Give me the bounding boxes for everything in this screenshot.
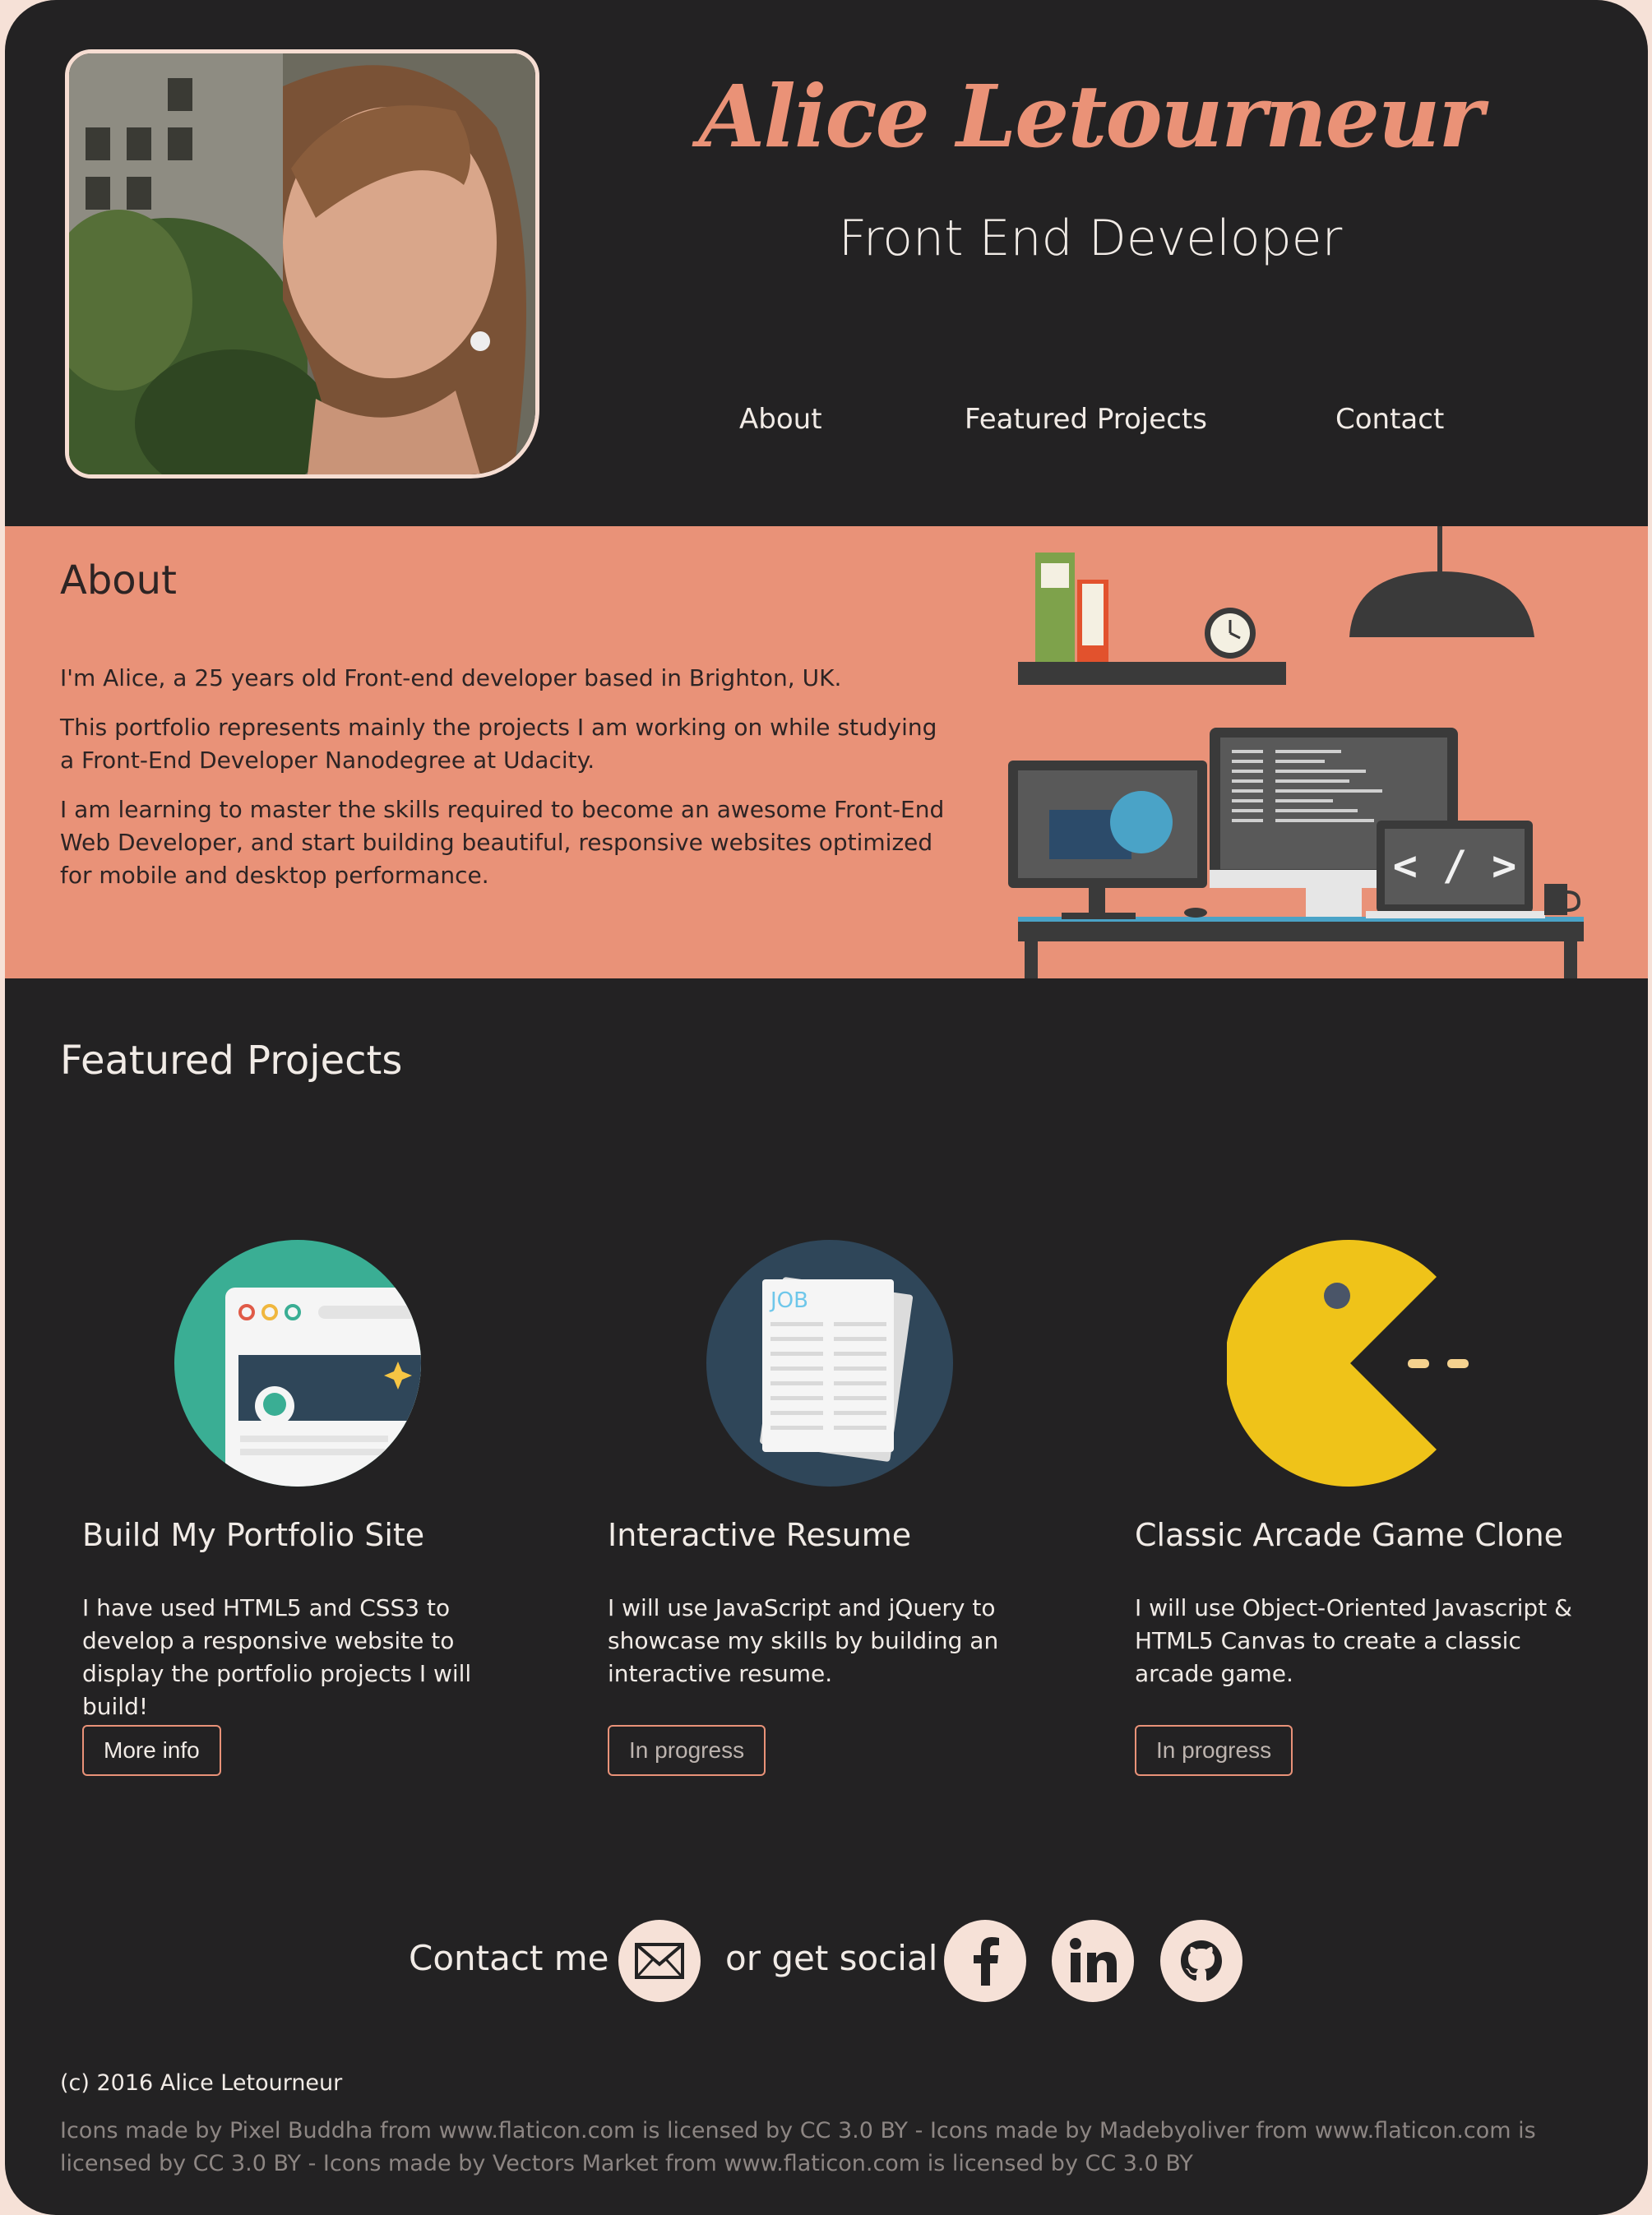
contact-label: Contact me <box>409 1938 609 1978</box>
site-owner-name: Alice Letourneur <box>698 66 1484 167</box>
about-text: I'm Alice, a 25 years old Front-end deve… <box>60 662 956 909</box>
nav-featured-projects[interactable]: Featured Projects <box>965 403 1207 436</box>
job-title: Front End Developer <box>838 210 1343 267</box>
in-progress-button[interactable]: In progress <box>1135 1725 1293 1776</box>
projects-heading: Featured Projects <box>60 1038 403 1084</box>
project-description: I have used HTML5 and CSS3 to develop a … <box>82 1594 472 1720</box>
job-document-icon: JOB <box>706 1240 953 1487</box>
about-paragraph: I'm Alice, a 25 years old Front-end deve… <box>60 664 842 691</box>
project-description: I will use Object-Oriented Javascript & … <box>1135 1594 1572 1687</box>
profile-photo <box>65 49 539 479</box>
code-glyph: < / > <box>1393 842 1517 890</box>
project-title: Build My Portfolio Site <box>82 1517 425 1553</box>
project-title: Classic Arcade Game Clone <box>1135 1517 1564 1553</box>
copyright: (c) 2016 Alice Letourneur <box>60 2070 343 2096</box>
linkedin-icon[interactable] <box>1052 1920 1134 2002</box>
workspace-illustration: < / > <box>1008 526 1584 978</box>
browser-window-icon <box>174 1240 421 1487</box>
facebook-icon[interactable] <box>944 1920 1026 2002</box>
project-title: Interactive Resume <box>608 1517 912 1553</box>
job-label: JOB <box>769 1288 808 1313</box>
about-paragraph: This portfolio represents mainly the pro… <box>60 714 937 774</box>
about-section: About I'm Alice, a 25 years old Front-en… <box>5 526 1648 978</box>
nav-about[interactable]: About <box>739 403 822 436</box>
more-info-button[interactable]: More info <box>82 1725 221 1776</box>
about-paragraph: I am learning to master the skills requi… <box>60 796 945 889</box>
nav-contact[interactable]: Contact <box>1335 403 1444 436</box>
icon-credits: Icons made by Pixel Buddha from www.flat… <box>60 2118 1536 2176</box>
mail-icon[interactable] <box>618 1920 701 2002</box>
about-heading: About <box>60 557 177 603</box>
pacman-icon <box>1227 1240 1469 1487</box>
in-progress-button[interactable]: In progress <box>608 1725 766 1776</box>
social-label: or get social <box>725 1938 938 1978</box>
github-icon[interactable] <box>1160 1920 1242 2002</box>
project-description: I will use JavaScript and jQuery to show… <box>608 1594 999 1687</box>
page-frame: Alice Letourneur Front End Developer Abo… <box>5 0 1648 2215</box>
